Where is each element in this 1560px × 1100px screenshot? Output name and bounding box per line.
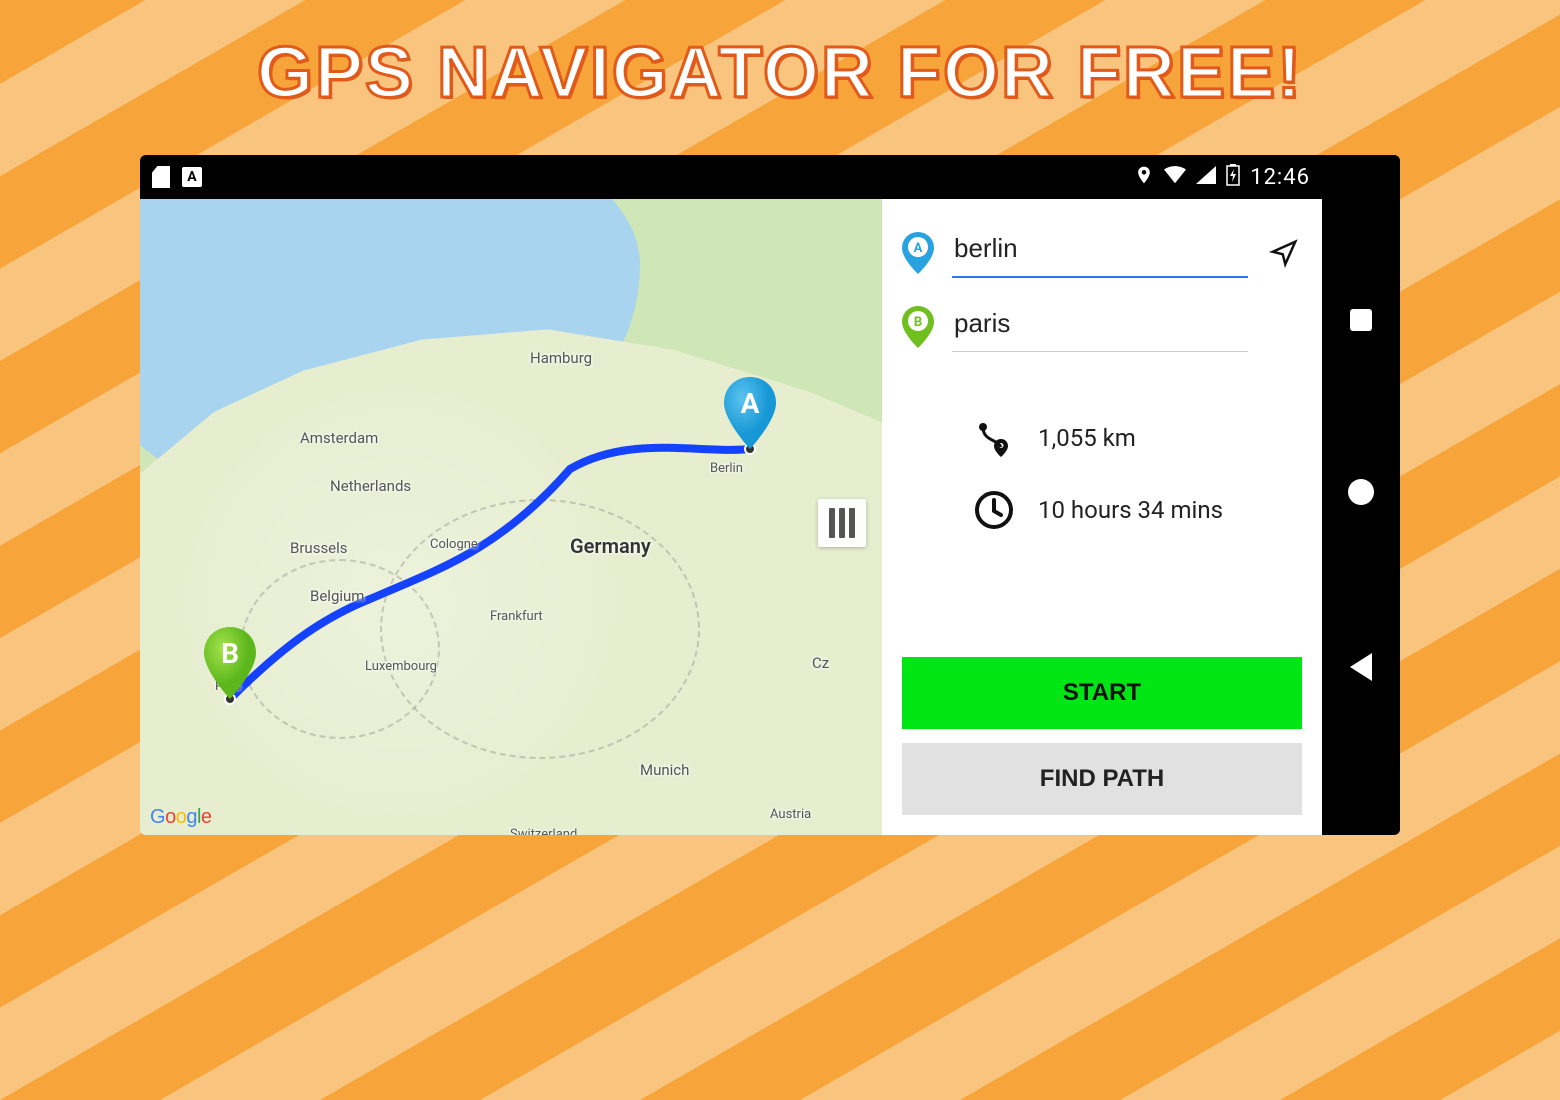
route-panel: A B (882, 199, 1322, 835)
origin-pin-a-icon: A (902, 232, 934, 274)
map-label-luxembourg: Luxembourg (365, 659, 437, 674)
destination-row: B (902, 302, 1302, 352)
map-label-munich: Munich (640, 761, 689, 779)
map-marker-a[interactable]: A (722, 377, 778, 449)
wifi-icon (1164, 165, 1186, 189)
duration-row: 10 hours 34 mins (972, 488, 1223, 532)
status-bar: A 12:46 (140, 155, 1322, 199)
map-label-switzerland: Switzerland (510, 827, 577, 835)
clock-icon (972, 488, 1016, 532)
device-frame: A 12:46 (140, 155, 1400, 835)
distance-icon (972, 416, 1016, 460)
android-nav-bar (1322, 155, 1400, 835)
map-label-frankfurt: Frankfurt (490, 609, 543, 624)
button-group: START FIND PATH (902, 657, 1302, 815)
recent-apps-button[interactable] (1350, 309, 1372, 331)
cell-signal-icon (1196, 165, 1216, 189)
map-label-belgium: Belgium (310, 587, 364, 605)
app-body: Hamburg Amsterdam Netherlands Berlin Bru… (140, 199, 1322, 835)
map-label-germany: Germany (570, 534, 651, 558)
back-button[interactable] (1350, 653, 1372, 681)
destination-input[interactable] (952, 302, 1248, 352)
sdcard-icon (152, 166, 170, 188)
device-screen: A 12:46 (140, 155, 1322, 835)
map-layers-button[interactable] (818, 499, 866, 547)
use-current-location-button[interactable] (1266, 235, 1302, 271)
location-icon (1134, 165, 1154, 190)
route-summary: 1,055 km 10 hours 34 mins (902, 416, 1302, 532)
origin-input[interactable] (952, 227, 1248, 278)
map-attribution: Google (150, 806, 212, 829)
svg-text:A: A (914, 241, 923, 256)
svg-text:B: B (914, 315, 922, 330)
map-label-hamburg: Hamburg (530, 349, 592, 367)
distance-value: 1,055 km (1038, 424, 1136, 452)
battery-charging-icon (1226, 164, 1240, 191)
route-path (140, 199, 882, 835)
map-label-cz: Cz (812, 654, 829, 672)
map-label-netherlands: Netherlands (330, 477, 411, 495)
map-label-austria: Austria (770, 807, 811, 822)
home-button[interactable] (1348, 479, 1374, 505)
svg-text:B: B (221, 637, 239, 670)
map-view[interactable]: Hamburg Amsterdam Netherlands Berlin Bru… (140, 199, 882, 835)
svg-text:A: A (741, 387, 760, 420)
distance-row: 1,055 km (972, 416, 1136, 460)
map-label-berlin: Berlin (710, 461, 743, 476)
find-path-button[interactable]: FIND PATH (902, 743, 1302, 815)
origin-row: A (902, 227, 1302, 278)
map-marker-b[interactable]: B (202, 627, 258, 699)
duration-value: 10 hours 34 mins (1038, 496, 1223, 524)
keyboard-indicator-icon: A (182, 167, 202, 187)
map-label-cologne: Cologne (430, 537, 478, 552)
promo-title: GPS NAVIGATOR FOR FREE! (0, 32, 1560, 114)
map-label-brussels: Brussels (290, 539, 348, 557)
status-clock: 12:46 (1250, 165, 1310, 190)
map-label-amsterdam: Amsterdam (300, 429, 378, 447)
destination-pin-b-icon: B (902, 306, 934, 348)
start-button[interactable]: START (902, 657, 1302, 729)
